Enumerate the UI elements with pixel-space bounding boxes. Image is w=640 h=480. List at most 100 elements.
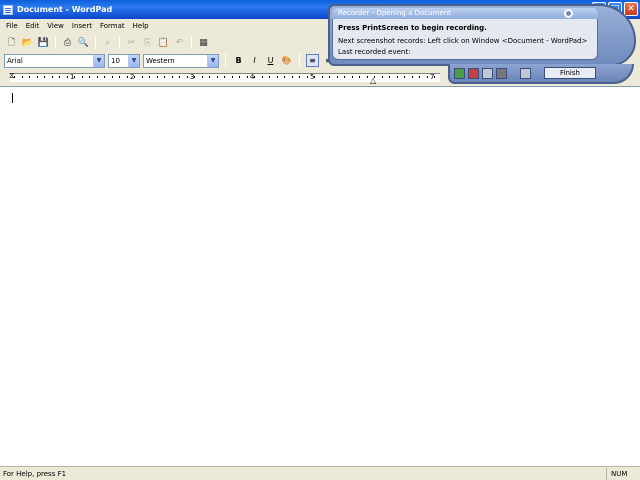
align-left-icon: ≡ xyxy=(309,56,316,65)
date-time-icon: ▦ xyxy=(199,37,208,48)
ruler-tick xyxy=(276,76,278,78)
ruler-tick xyxy=(89,76,90,78)
num-lock-indicator: NUM xyxy=(606,467,640,480)
ruler-tick xyxy=(141,76,143,78)
date-time-button[interactable]: ▦ xyxy=(196,35,211,50)
recorder-control-panel: Finish xyxy=(448,64,634,84)
stop-icon[interactable] xyxy=(468,68,479,79)
finish-button[interactable]: Finish xyxy=(544,67,596,79)
undo-icon: ↶ xyxy=(175,37,184,48)
find-button[interactable]: ⌕ xyxy=(100,35,115,50)
font-select[interactable]: Arial ▼ xyxy=(4,53,105,68)
ruler-tick xyxy=(201,76,203,78)
print-icon: ⎙ xyxy=(63,37,72,48)
italic-button[interactable]: I xyxy=(248,54,261,67)
print-button[interactable]: ⎙ xyxy=(60,35,75,50)
menu-view[interactable]: View xyxy=(43,22,68,30)
menu-file[interactable]: File xyxy=(2,22,22,30)
find-icon: ⌕ xyxy=(104,37,111,48)
status-bar: For Help, press F1 NUM xyxy=(0,466,640,480)
script-select-value: Western xyxy=(146,56,175,65)
ruler-tick xyxy=(269,76,270,78)
recorder-next-screenshot: Next screenshot records: Left click on W… xyxy=(338,37,588,45)
grid-icon[interactable] xyxy=(482,68,493,79)
new-document-icon: 🗋 xyxy=(7,37,16,48)
underline-button[interactable]: U xyxy=(264,54,277,67)
ruler-tick xyxy=(111,76,113,78)
cut-button[interactable]: ✂ xyxy=(124,35,139,50)
ruler-tick xyxy=(81,76,83,78)
document-editor[interactable] xyxy=(0,86,640,466)
toolbar-separator xyxy=(119,36,120,49)
menu-help[interactable]: Help xyxy=(129,22,153,30)
ruler-tick xyxy=(246,76,248,78)
toolbar-separator xyxy=(95,36,96,49)
color-icon: 🎨 xyxy=(281,56,292,65)
standard-toolbar: 🗋 📂 💾 ⎙ 🔍 ⌕ ✂ ⎘ 📋 ↶ ▦ xyxy=(0,34,330,51)
color-button[interactable]: 🎨 xyxy=(280,54,293,67)
recorder-status-icon[interactable] xyxy=(564,9,573,18)
toolbar-separator xyxy=(299,54,300,67)
font-size-value: 10 xyxy=(111,56,120,65)
ruler-tick xyxy=(306,76,308,78)
pause-icon[interactable] xyxy=(496,68,507,79)
ruler-tick xyxy=(21,76,23,78)
ruler-tick xyxy=(261,76,263,78)
ruler-tick xyxy=(321,76,323,78)
recorder-title[interactable]: Recorder - Opening a Document xyxy=(332,8,598,19)
ruler-tick xyxy=(59,76,60,78)
bold-icon: B xyxy=(235,56,242,65)
open-button[interactable]: 📂 xyxy=(20,35,35,50)
ruler-tick xyxy=(14,76,15,78)
recorder-last-event: Last recorded event: xyxy=(338,48,411,56)
toolbar-separator xyxy=(225,54,226,67)
chevron-down-icon[interactable]: ▼ xyxy=(128,54,139,67)
bold-button[interactable]: B xyxy=(232,54,245,67)
status-help-text: For Help, press F1 xyxy=(3,469,67,478)
ruler-tick xyxy=(171,76,173,78)
recorder-window: Recorder - Opening a Document Press Prin… xyxy=(328,4,636,84)
ruler-tick xyxy=(239,76,240,78)
ruler-tick xyxy=(164,76,165,78)
copy-button[interactable]: ⎘ xyxy=(140,35,155,50)
cut-icon: ✂ xyxy=(127,37,136,48)
ruler-tick xyxy=(156,76,158,78)
ruler-tick xyxy=(66,76,68,78)
ruler-tick xyxy=(134,76,135,78)
chevron-down-icon[interactable]: ▼ xyxy=(93,54,104,67)
ruler-tick xyxy=(291,76,293,78)
script-select[interactable]: Western ▼ xyxy=(143,53,219,68)
ruler-tick xyxy=(51,76,53,78)
align-left-button[interactable]: ≡ xyxy=(306,54,319,67)
font-select-value: Arial xyxy=(7,56,23,65)
ruler-tick xyxy=(96,76,98,78)
ruler-tick xyxy=(314,76,315,78)
toolbar-separator xyxy=(55,36,56,49)
italic-icon: I xyxy=(253,56,256,65)
ruler-tick xyxy=(299,76,300,78)
new-button[interactable]: 🗋 xyxy=(4,35,19,50)
undo-button[interactable]: ↶ xyxy=(172,35,187,50)
print-preview-button[interactable]: 🔍 xyxy=(76,35,91,50)
ruler-tick xyxy=(231,76,233,78)
underline-icon: U xyxy=(267,56,274,65)
record-icon[interactable] xyxy=(454,68,465,79)
undo-icon[interactable] xyxy=(520,68,531,79)
ruler-tick xyxy=(29,76,30,78)
ruler-tick xyxy=(44,76,45,78)
ruler-tick xyxy=(224,76,225,78)
wordpad-app-icon[interactable] xyxy=(3,4,13,15)
ruler-tick xyxy=(149,76,150,78)
menu-format[interactable]: Format xyxy=(96,22,129,30)
chevron-down-icon[interactable]: ▼ xyxy=(207,54,218,67)
window-title: Document - WordPad xyxy=(17,5,113,14)
paste-button[interactable]: 📋 xyxy=(156,35,171,50)
text-caret xyxy=(12,93,13,103)
menu-insert[interactable]: Insert xyxy=(68,22,96,30)
ruler-tick xyxy=(284,76,285,78)
menu-edit[interactable]: Edit xyxy=(22,22,44,30)
ruler-tick xyxy=(179,76,180,78)
save-button[interactable]: 💾 xyxy=(36,35,51,50)
ruler-tick xyxy=(216,76,218,78)
font-size-select[interactable]: 10 ▼ xyxy=(108,53,140,68)
